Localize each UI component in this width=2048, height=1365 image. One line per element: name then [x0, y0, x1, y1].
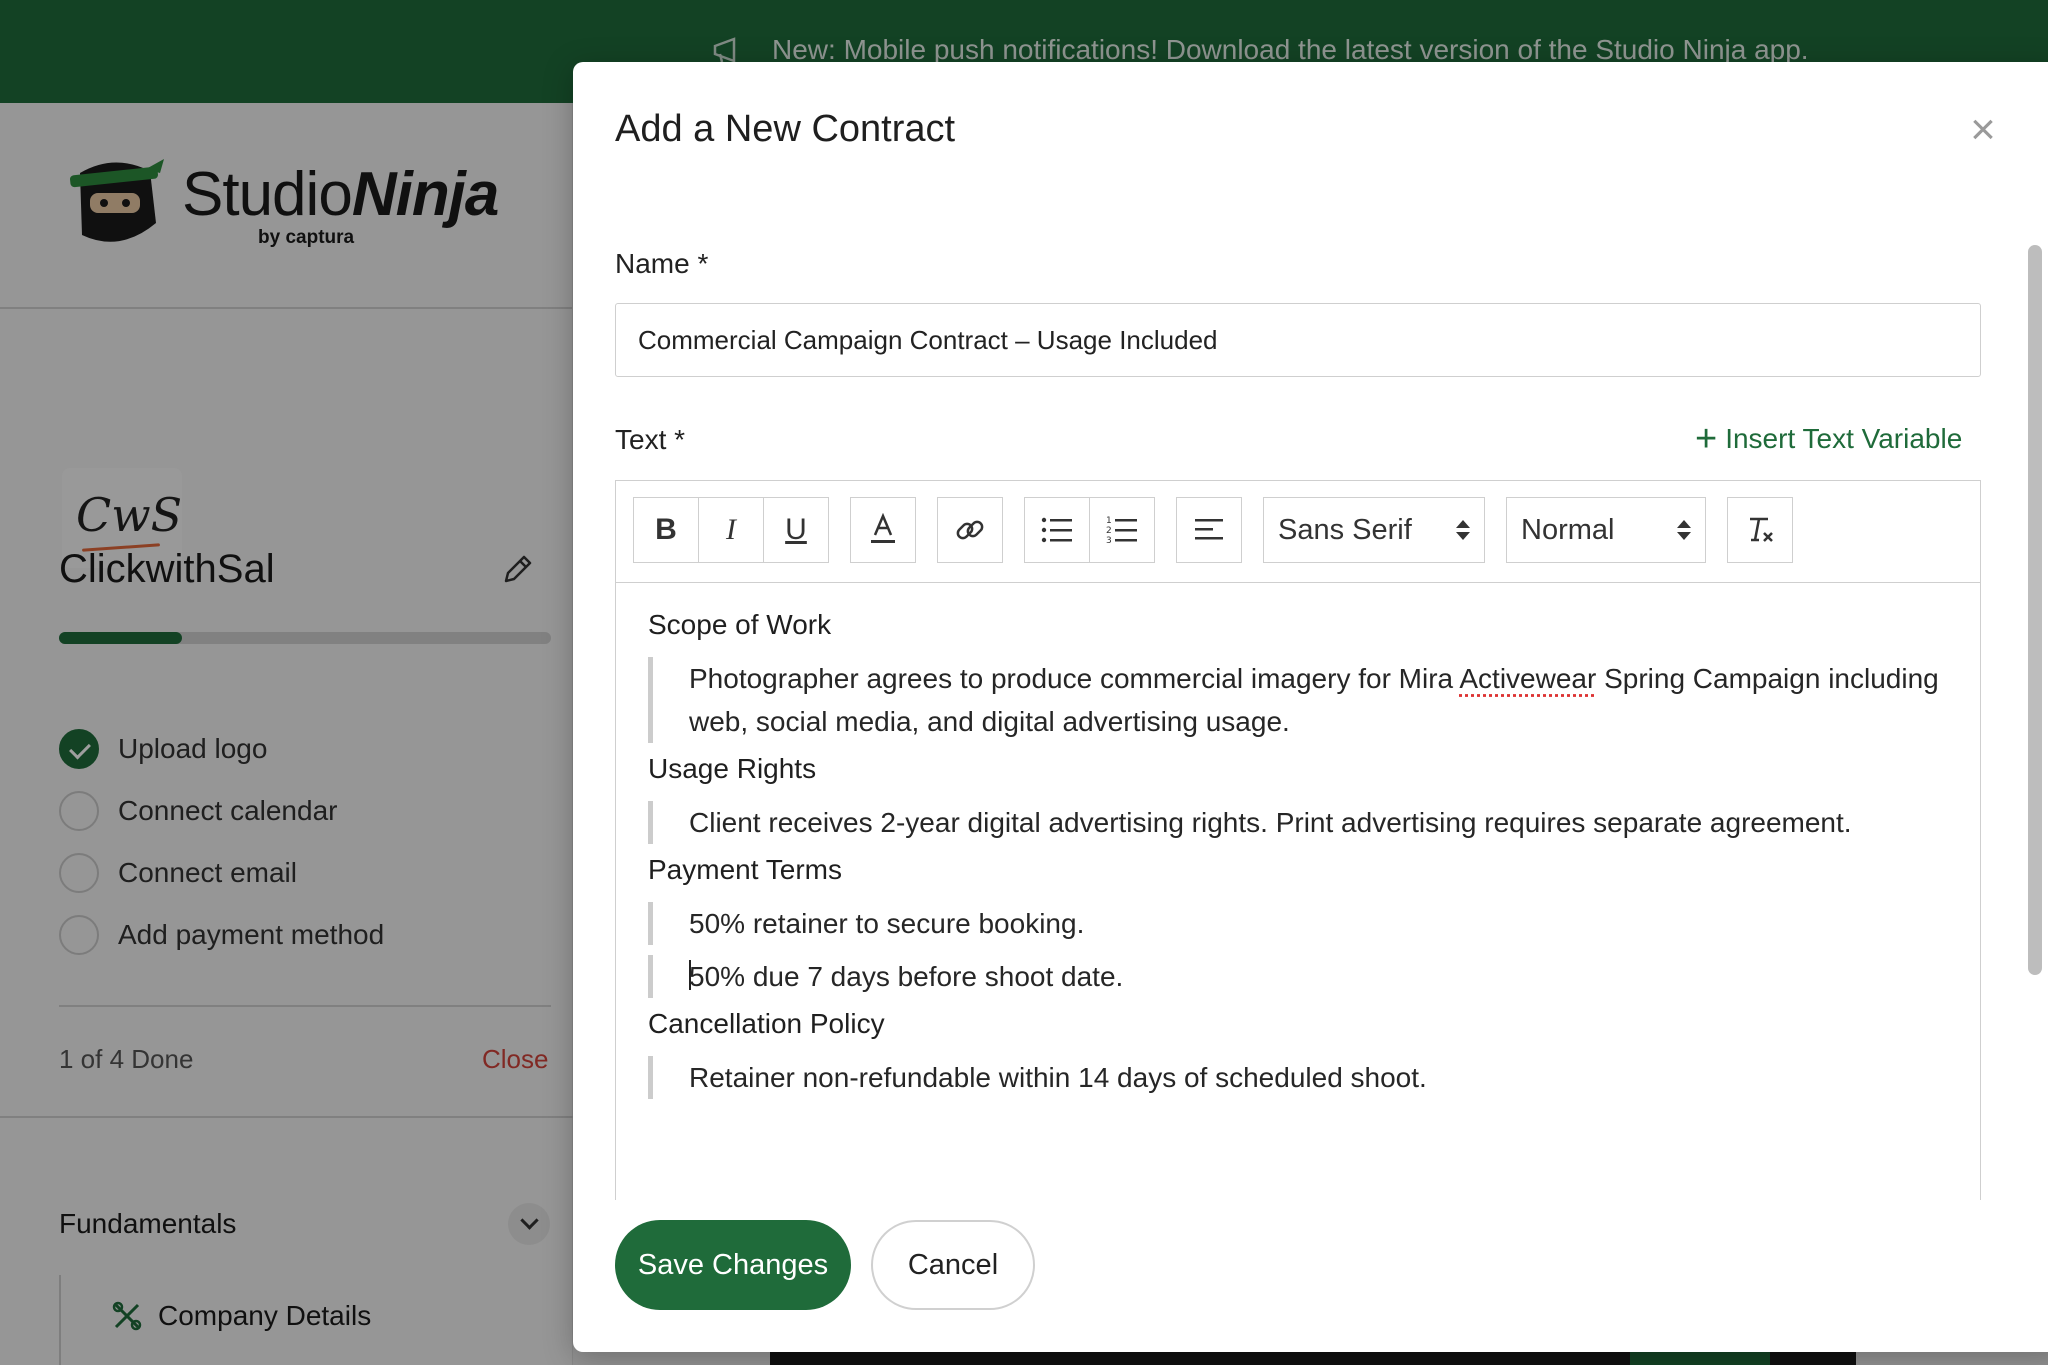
- rich-text-editor[interactable]: B I U 1 2 3 Sans Serif Normal Scope of W…: [615, 480, 1981, 1200]
- text-label: Text *: [615, 424, 686, 455]
- svg-text:1: 1: [1106, 516, 1112, 526]
- modal-scrollbar[interactable]: [2028, 245, 2042, 975]
- editor-content[interactable]: Scope of Work Photographer agrees to pro…: [648, 609, 1958, 1109]
- blockquote-payment-1: 50% retainer to secure booking.: [648, 902, 1958, 945]
- font-family-value: Sans Serif: [1278, 513, 1412, 546]
- blockquote-payment-2: 50% due 7 days before shoot date.: [648, 955, 1958, 998]
- bullet-list-icon: [1041, 517, 1072, 543]
- svg-text:3: 3: [1106, 536, 1112, 545]
- numbered-list-icon: 1 2 3: [1106, 516, 1137, 545]
- font-family-select[interactable]: Sans Serif: [1263, 497, 1485, 563]
- font-size-value: Normal: [1521, 513, 1615, 546]
- section-title-scope: Scope of Work: [648, 609, 832, 640]
- add-contract-modal: Add a New Contract × Name * Text * + Ins…: [573, 62, 2048, 1352]
- select-arrows-icon: [1456, 520, 1470, 540]
- contract-name-input[interactable]: [615, 303, 1981, 377]
- underline-button[interactable]: U: [763, 497, 829, 563]
- align-button[interactable]: [1176, 497, 1242, 563]
- payment-2-text: 50% due 7 days before shoot date.: [689, 961, 1124, 992]
- modal-title: Add a New Contract: [615, 108, 956, 150]
- section-title-usage: Usage Rights: [648, 753, 817, 784]
- blockquote-cancellation: Retainer non-refundable within 14 days o…: [648, 1056, 1958, 1099]
- clear-formatting-icon: [1750, 517, 1773, 542]
- name-label: Name *: [615, 248, 709, 279]
- plus-icon: +: [1695, 418, 1718, 460]
- italic-button[interactable]: I: [698, 497, 764, 563]
- select-arrows-icon: [1677, 520, 1691, 540]
- bold-button[interactable]: B: [633, 497, 699, 563]
- text-color-button[interactable]: [850, 497, 916, 563]
- link-button[interactable]: [937, 497, 1003, 563]
- spellcheck-word[interactable]: Activewear: [1459, 663, 1596, 694]
- numbered-list-button[interactable]: 1 2 3: [1089, 497, 1155, 563]
- cancel-button[interactable]: Cancel: [871, 1220, 1035, 1310]
- svg-text:2: 2: [1106, 526, 1112, 536]
- text-color-icon: [871, 513, 895, 543]
- save-changes-button[interactable]: Save Changes: [615, 1220, 851, 1310]
- bullet-list-button[interactable]: [1024, 497, 1090, 563]
- scope-text-part: Photographer agrees to produce commercia…: [689, 663, 1460, 694]
- section-title-payment: Payment Terms: [648, 854, 842, 885]
- section-title-cancellation: Cancellation Policy: [648, 1008, 885, 1039]
- font-size-select[interactable]: Normal: [1506, 497, 1706, 563]
- insert-text-variable-button[interactable]: + Insert Text Variable: [1695, 418, 1963, 460]
- blockquote-usage: Client receives 2-year digital advertisi…: [648, 801, 1958, 844]
- link-icon: [956, 520, 984, 540]
- clear-formatting-button[interactable]: [1727, 497, 1793, 563]
- editor-toolbar: B I U 1 2 3 Sans Serif Normal: [616, 481, 1980, 583]
- blockquote-scope: Photographer agrees to produce commercia…: [648, 657, 1958, 743]
- insert-variable-label: Insert Text Variable: [1725, 423, 1963, 454]
- align-left-icon: [1195, 519, 1223, 540]
- close-icon[interactable]: ×: [1963, 108, 2003, 152]
